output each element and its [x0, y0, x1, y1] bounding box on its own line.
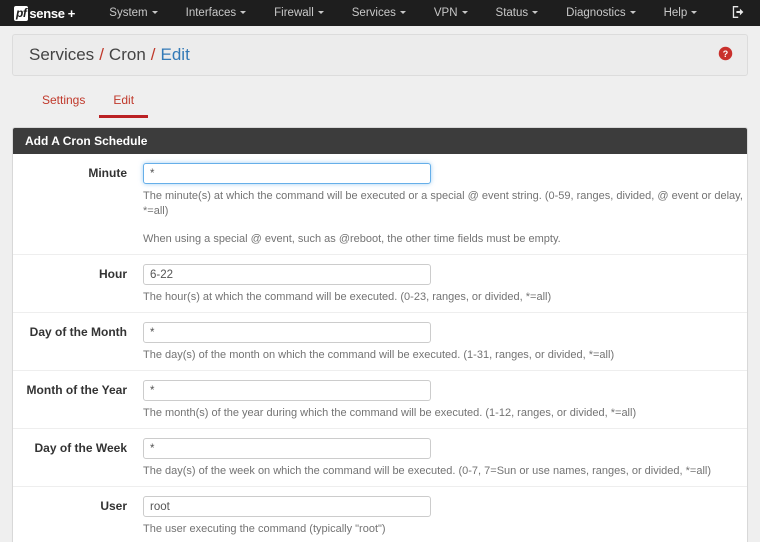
tab-label: Settings: [42, 93, 86, 107]
cron-schedule-panel: Add A Cron Schedule Minute The minute(s)…: [12, 127, 748, 542]
nav-item-label: VPN: [433, 7, 458, 19]
label-day-of-month: Day of the Month: [29, 325, 127, 339]
nav-menu: System Interfaces Firewall Services VPN …: [95, 2, 711, 24]
label-day-of-week: Day of the Week: [34, 441, 127, 455]
month-of-year-input[interactable]: [143, 380, 431, 401]
minute-input[interactable]: [143, 163, 431, 184]
top-navbar: pf sense + System Interfaces Firewall Se…: [0, 0, 760, 26]
day-of-week-input[interactable]: [143, 438, 431, 459]
svg-text:?: ?: [723, 49, 728, 59]
tab-edit[interactable]: Edit: [99, 88, 149, 118]
nav-item-label: System: [109, 7, 148, 19]
brand-pf-mark: pf: [14, 5, 29, 21]
form-row-hour: Hour The hour(s) at which the command wi…: [13, 255, 747, 313]
breadcrumb-edit[interactable]: Edit: [161, 45, 190, 65]
brand-plus-mark: +: [67, 5, 76, 21]
chevron-down-icon: [151, 11, 158, 14]
nav-item-label: Firewall: [274, 7, 314, 19]
brand-sense-text: sense: [29, 5, 65, 21]
help-day-of-week: The day(s) of the week on which the comm…: [143, 465, 712, 477]
nav-item-firewall[interactable]: Firewall: [260, 2, 338, 24]
help-month-of-year: The month(s) of the year during which th…: [143, 407, 637, 419]
nav-item-services[interactable]: Services: [338, 2, 420, 24]
page-container: Services / Cron / Edit ? Settings Edit A…: [0, 34, 760, 542]
hour-input[interactable]: [143, 264, 431, 285]
breadcrumb-services[interactable]: Services: [29, 45, 94, 65]
chevron-down-icon: [691, 11, 698, 14]
breadcrumb: Services / Cron / Edit ?: [12, 34, 748, 76]
nav-item-label: Diagnostics: [566, 7, 626, 19]
help-user: The user executing the command (typicall…: [143, 523, 386, 535]
chevron-down-icon: [532, 11, 539, 14]
help-minute-secondary: When using a special @ event, such as @r…: [143, 233, 561, 245]
breadcrumb-separator: /: [150, 45, 156, 64]
nav-item-label: Interfaces: [185, 7, 237, 19]
chevron-down-icon: [629, 11, 636, 14]
nav-item-interfaces[interactable]: Interfaces: [172, 2, 261, 24]
breadcrumb-separator: /: [99, 45, 104, 64]
nav-item-label: Help: [663, 7, 688, 19]
field-month-of-year: The month(s) of the year during which th…: [143, 380, 747, 421]
day-of-month-input[interactable]: [143, 322, 431, 343]
nav-item-system[interactable]: System: [95, 2, 171, 24]
field-day-of-week: The day(s) of the week on which the comm…: [143, 438, 747, 479]
nav-item-vpn[interactable]: VPN: [420, 2, 482, 24]
question-circle-icon[interactable]: ?: [718, 46, 733, 64]
label-minute: Minute: [88, 166, 127, 180]
form-row-day-of-week: Day of the Week The day(s) of the week o…: [13, 429, 747, 487]
field-minute: The minute(s) at which the command will …: [143, 163, 747, 247]
help-minute: The minute(s) at which the command will …: [143, 190, 743, 217]
label-hour: Hour: [99, 267, 127, 281]
label-user: User: [100, 499, 127, 513]
sign-out-icon[interactable]: [731, 5, 746, 22]
field-day-of-month: The day(s) of the month on which the com…: [143, 322, 747, 363]
pfsense-logo[interactable]: pf sense +: [14, 5, 76, 21]
tab-label: Edit: [113, 93, 135, 107]
form-row-month-of-year: Month of the Year The month(s) of the ye…: [13, 371, 747, 429]
chevron-down-icon: [461, 11, 468, 14]
tab-settings[interactable]: Settings: [28, 88, 99, 118]
panel-body: Minute The minute(s) at which the comman…: [13, 154, 747, 542]
nav-item-diagnostics[interactable]: Diagnostics: [552, 2, 649, 24]
field-hour: The hour(s) at which the command will be…: [143, 264, 747, 305]
field-user: The user executing the command (typicall…: [143, 496, 747, 537]
nav-item-help[interactable]: Help: [650, 2, 712, 24]
navbar-right-section: [731, 0, 746, 26]
tab-bar: Settings Edit: [28, 88, 748, 118]
help-day-of-month: The day(s) of the month on which the com…: [143, 349, 615, 361]
chevron-down-icon: [240, 11, 247, 14]
nav-item-label: Status: [495, 7, 529, 19]
form-row-user: User The user executing the command (typ…: [13, 487, 747, 542]
form-row-day-of-month: Day of the Month The day(s) of the month…: [13, 313, 747, 371]
chevron-down-icon: [399, 11, 406, 14]
panel-title: Add A Cron Schedule: [13, 128, 747, 154]
form-row-minute: Minute The minute(s) at which the comman…: [13, 154, 747, 255]
nav-item-label: Services: [351, 7, 396, 19]
label-month-of-year: Month of the Year: [26, 383, 127, 397]
breadcrumb-cron[interactable]: Cron: [109, 45, 146, 65]
user-input[interactable]: [143, 496, 431, 517]
help-hour: The hour(s) at which the command will be…: [143, 291, 552, 303]
nav-item-status[interactable]: Status: [482, 2, 553, 24]
chevron-down-icon: [317, 11, 324, 14]
